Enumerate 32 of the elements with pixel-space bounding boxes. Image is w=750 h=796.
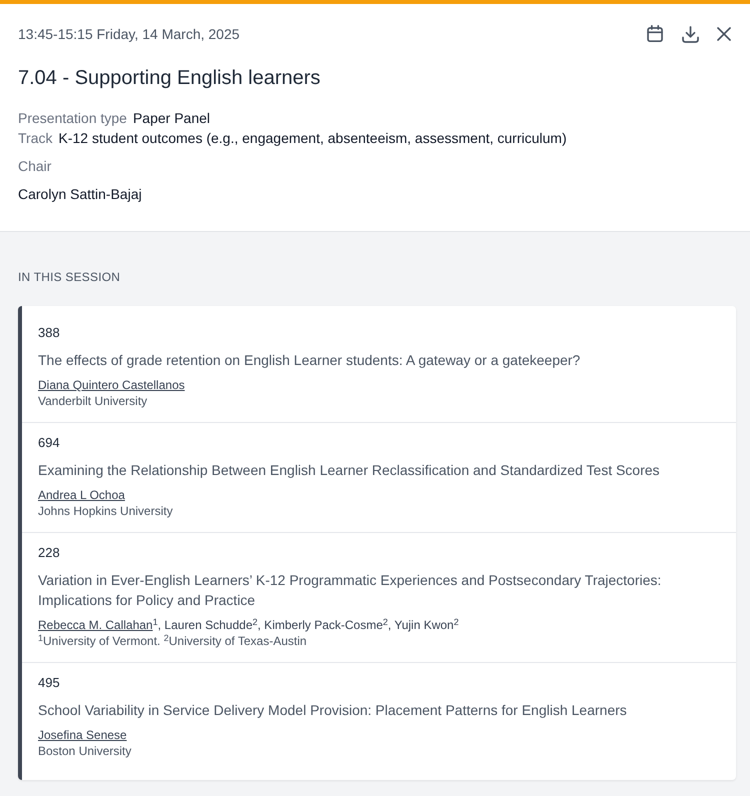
affiliation-text: Boston University: [38, 743, 132, 759]
paper-title: The effects of grade retention on English Learner students: A gateway or a gatekeeper?: [38, 351, 582, 370]
detail-value: Paper Panel: [132, 109, 210, 128]
paper-title: School Variability in Service Delivery Model Provision: Placement Patterns for English Learners: [38, 701, 628, 720]
affiliation-text: Johns Hopkins University: [38, 503, 174, 519]
author-link[interactable]: Andrea L Ochoa: [38, 488, 125, 502]
author-link[interactable]: Josefina Senese: [38, 728, 127, 742]
detail-label: Track: [18, 129, 52, 148]
calendar-button[interactable]: [644, 23, 666, 45]
section-heading: IN THIS SESSION: [18, 269, 122, 285]
paper-title: Examining the Relationship Between English Learner Reclassification and Standardized Test Scores: [38, 461, 661, 480]
affiliation-text: $^{1}$University of Vermont. $^{2}$University of Texas-Austin: [38, 633, 308, 649]
calendar-icon: [646, 25, 664, 43]
paper-number: 228: [38, 545, 61, 561]
affiliation-text: Vanderbilt University: [38, 393, 148, 409]
close-button[interactable]: [715, 25, 733, 43]
session-time: 13:45-15:15 Friday, 14 March, 2025: [18, 25, 240, 44]
paper-title: Variation in Ever-English Learners’ K-12 Programmatic Experiences and Postsecondary Trajectories: Implications for Policy and Practice: [38, 571, 662, 610]
detail-value: K-12 student outcomes (e.g., engagement, absenteeism, assessment, curriculum): [58, 129, 567, 148]
close-icon: [717, 27, 731, 41]
download-button[interactable]: [680, 24, 701, 44]
paper-number: 495: [38, 675, 61, 691]
paper-number: 694: [38, 435, 61, 451]
download-icon: [682, 26, 699, 42]
author-link[interactable]: Diana Quintero Castellanos: [38, 378, 185, 392]
chair-label: Chair: [18, 157, 52, 176]
author-list: Rebecca M. Callahan$^{1}$, Lauren Schudde$^{2}$, Kimberly Pack-Cosme$^{2}$, Yujin Kwon$^{2}$: [38, 617, 720, 633]
author-link[interactable]: Rebecca M. Callahan: [38, 618, 153, 632]
chair-name: Carolyn Sattin-Bajaj: [18, 185, 143, 204]
session-title: 7.04 - Supporting English learners: [18, 66, 322, 91]
detail-label: Presentation type: [18, 109, 127, 128]
paper-number: 388: [38, 325, 61, 341]
